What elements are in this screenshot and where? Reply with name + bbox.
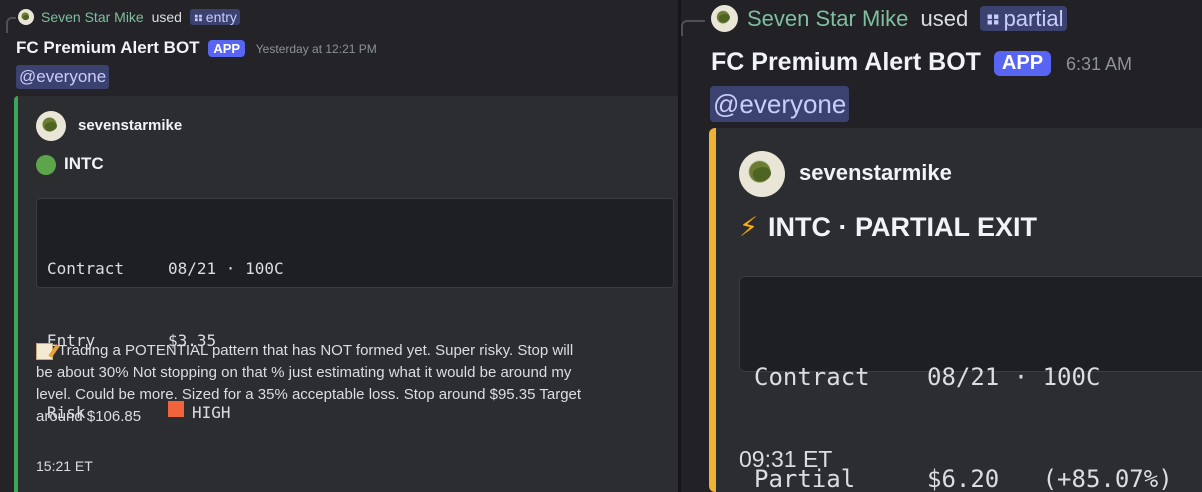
field-value: $6.20 (+85.07%) xyxy=(927,465,1173,492)
embed-title-text: INTC xyxy=(64,154,104,173)
memo-icon xyxy=(36,342,53,360)
note-line: Trading a POTENTIAL pattern that has NOT… xyxy=(58,342,574,359)
slash-command-chip[interactable]: ⠶partial xyxy=(980,6,1068,31)
reply-connector xyxy=(681,20,705,36)
used-label: used xyxy=(151,9,182,25)
note-line: around $106.85 xyxy=(36,408,142,425)
command-hash-icon: ⠶ xyxy=(984,6,1002,31)
embed-footer: 15:21 ET xyxy=(36,458,93,474)
field-label: Contract xyxy=(754,363,870,391)
user-avatar[interactable] xyxy=(711,5,738,32)
command-hash-icon: ⠶ xyxy=(192,9,204,25)
lightning-bolt-icon: ⚡ xyxy=(739,212,758,242)
embed-title: ⚡ INTC · PARTIAL EXIT xyxy=(739,212,1037,243)
message-timestamp: Yesterday at 12:21 PM xyxy=(255,42,377,56)
field-row-contract: Contract 08/21 · 100C xyxy=(47,257,663,281)
note-line: level. Could be more. Sized for a 35% ac… xyxy=(36,386,582,403)
reply-connector xyxy=(6,17,16,33)
embed-author-avatar xyxy=(36,111,66,141)
embed-author: sevenstarmike xyxy=(78,117,183,134)
field-value: 08/21 · 100C xyxy=(927,363,1101,391)
app-badge: APP xyxy=(208,40,246,58)
message-entry-panel: Seven Star Mike used ⠶ entry FC Premium A… xyxy=(0,0,678,492)
command-name: entry xyxy=(205,9,237,25)
slash-command-chip[interactable]: ⠶ entry xyxy=(189,9,240,25)
embed-code-block: Contract 08/21 · 100C Entry $3.35 Risk HIGH xyxy=(36,198,674,422)
embed-accent-bar xyxy=(709,128,716,492)
embed-footer: 09:31 ET xyxy=(739,446,833,472)
message-partial-panel: Seven Star Mike used ⠶partial FC Premium… xyxy=(681,0,1202,492)
embed-accent-bar xyxy=(14,96,18,492)
field-label: Contract xyxy=(47,259,125,278)
bot-name[interactable]: FC Premium Alert BOT xyxy=(711,48,981,76)
alert-embed: sevenstarmike ⚡ INTC · PARTIAL EXIT Contr… xyxy=(709,128,1202,492)
everyone-mention[interactable]: @everyone xyxy=(710,86,850,122)
field-row-contract: Contract 08/21 · 100C xyxy=(754,360,1202,394)
embed-title-text: INTC · PARTIAL EXIT xyxy=(767,212,1037,242)
command-invocation: Seven Star Mike used ⠶partial xyxy=(747,6,1068,32)
embed-author: sevenstarmike xyxy=(799,160,952,185)
bot-header: FC Premium Alert BOT APP 6:31 AM xyxy=(711,48,1132,77)
alert-embed: sevenstarmike INTC Contract 08/21 · 100C … xyxy=(14,96,678,492)
invoking-username[interactable]: Seven Star Mike xyxy=(41,9,144,25)
embed-author-avatar xyxy=(739,151,785,197)
everyone-mention[interactable]: @everyone xyxy=(16,65,110,89)
command-invocation: Seven Star Mike used ⠶ entry xyxy=(41,9,240,26)
invoking-username[interactable]: Seven Star Mike xyxy=(747,6,908,31)
used-label: used xyxy=(920,6,969,31)
app-badge: APP xyxy=(993,50,1052,76)
embed-code-block: Contract 08/21 · 100C Partial $6.20 (+85.0… xyxy=(739,276,1202,492)
command-name: partial xyxy=(1003,6,1064,31)
embed-description: Trading a POTENTIAL pattern that has NOT… xyxy=(36,340,672,428)
message-timestamp: 6:31 AM xyxy=(1065,54,1133,74)
field-value: 08/21 · 100C xyxy=(168,259,284,278)
bot-name[interactable]: FC Premium Alert BOT xyxy=(16,38,200,57)
bot-header: FC Premium Alert BOT APP Yesterday at 12… xyxy=(16,38,377,58)
user-avatar[interactable] xyxy=(18,9,34,25)
green-circle-icon xyxy=(36,154,56,175)
embed-title: INTC xyxy=(36,154,104,175)
note-line: be about 30% Not stopping on that % just… xyxy=(36,364,572,381)
